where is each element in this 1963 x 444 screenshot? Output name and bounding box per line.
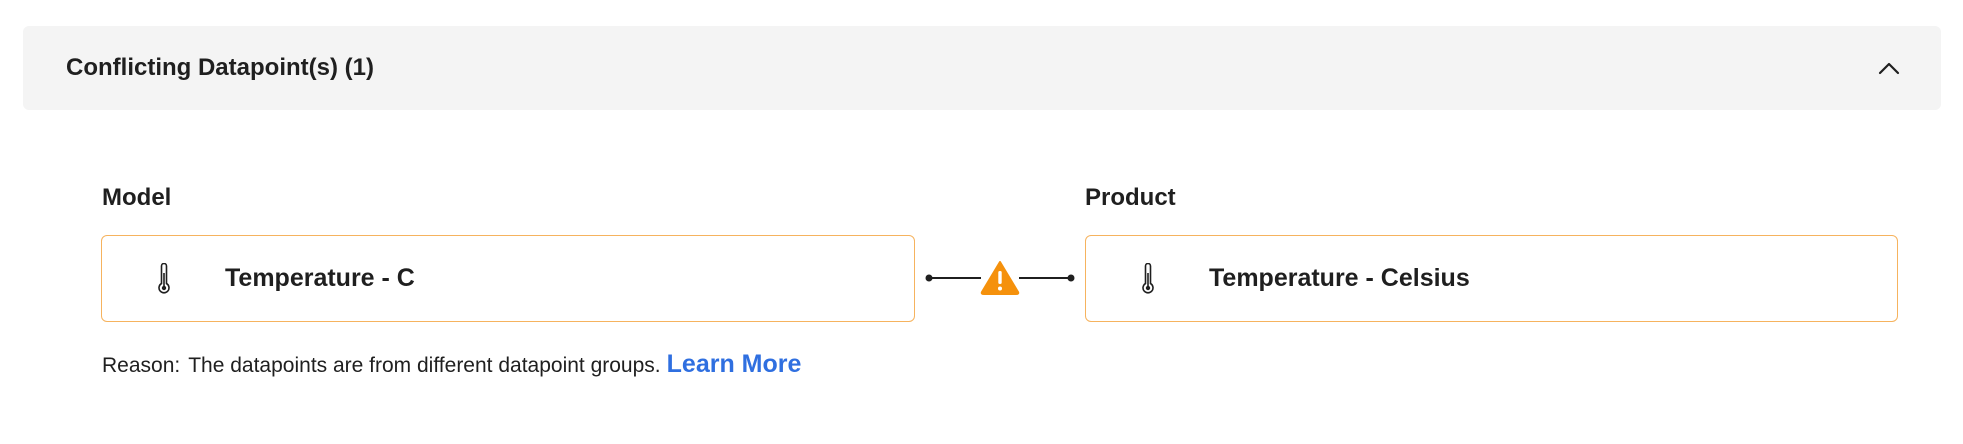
learn-more-link[interactable]: Learn More (667, 350, 802, 379)
model-label: Model (102, 184, 172, 211)
connector-dot-right (1067, 274, 1075, 282)
thermometer-icon (157, 236, 171, 321)
conflicting-datapoints-header[interactable]: Conflicting Datapoint(s) (1) (23, 26, 1941, 110)
chevron-up-icon[interactable] (1877, 56, 1901, 80)
panel-title: Conflicting Datapoint(s) (1) (66, 54, 374, 81)
model-datapoint-name: Temperature - C (225, 264, 415, 292)
thermometer-icon (1141, 236, 1155, 321)
product-label: Product (1085, 184, 1176, 211)
model-datapoint-card[interactable]: Temperature - C (101, 235, 915, 322)
product-datapoint-name: Temperature - Celsius (1209, 264, 1470, 292)
reason-text: The datapoints are from different datapo… (188, 354, 661, 377)
conflict-reason: Reason: The datapoints are from differen… (102, 350, 801, 379)
product-datapoint-card[interactable]: Temperature - Celsius (1085, 235, 1898, 322)
reason-label: Reason: (102, 354, 181, 377)
warning-icon (980, 261, 1020, 295)
conflict-connector (925, 261, 1075, 295)
